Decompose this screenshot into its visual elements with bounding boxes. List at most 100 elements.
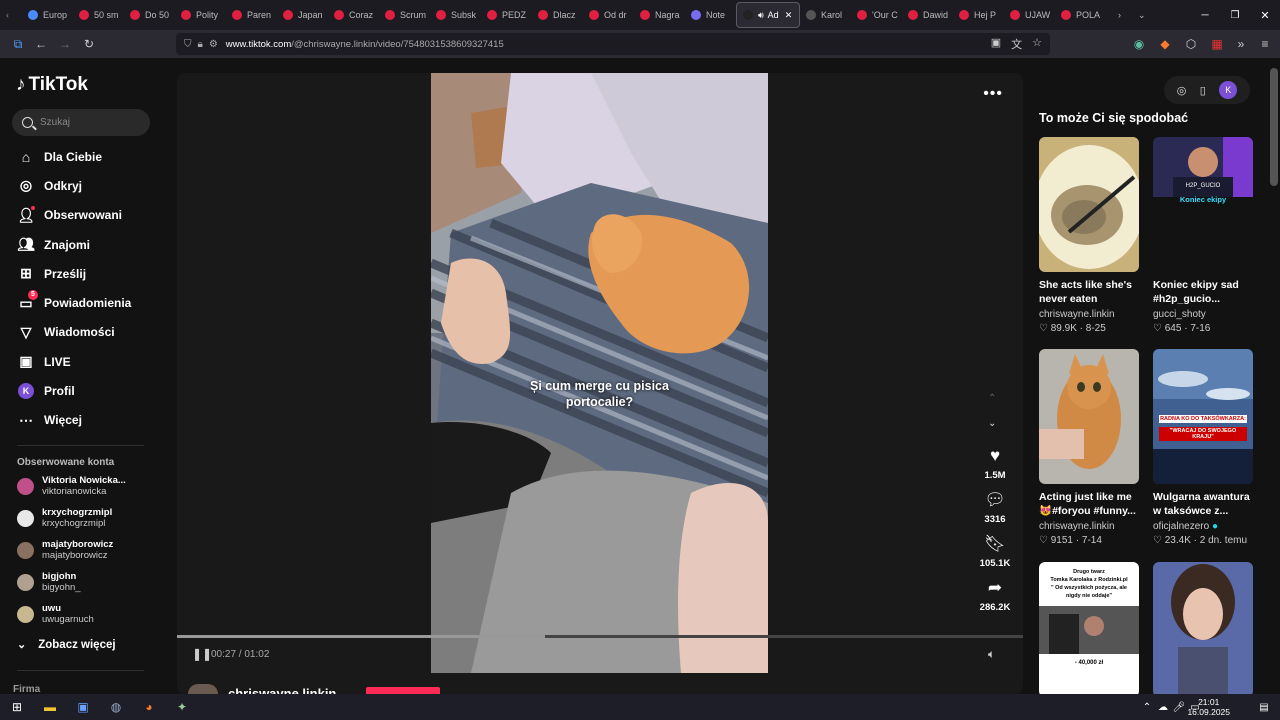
reload-icon[interactable]: ↻	[81, 36, 97, 52]
lock-icon[interactable]: 🔒︎	[198, 39, 203, 50]
sidebar-item-wiadomo-ci[interactable]: ▽ Wiadomości	[0, 318, 160, 347]
tab-scroll-left[interactable]: ‹	[0, 2, 22, 28]
browser-tab[interactable]: Karol	[800, 2, 851, 28]
browser-tab[interactable]: POLA	[1055, 2, 1106, 28]
browser-tab[interactable]: Paren	[226, 2, 277, 28]
browser-tab[interactable]: Polity	[175, 2, 226, 28]
next-video-icon[interactable]: ⌄	[988, 418, 996, 429]
browser-tab[interactable]: 50 sm	[73, 2, 124, 28]
browser-tab[interactable]: Coraz	[328, 2, 379, 28]
author-name[interactable]: chriswayne.linkin	[228, 686, 336, 694]
sidebar-item-dla-ciebie[interactable]: ⌂ Dla Ciebie	[0, 142, 160, 171]
recommended-video[interactable]	[1153, 562, 1253, 694]
back-icon[interactable]: ←	[33, 36, 49, 52]
explore-icon[interactable]: ◎	[1177, 84, 1187, 97]
recommended-video[interactable]: Acting just like me 😻#foryou #funny... c…	[1039, 349, 1139, 546]
browser-tab[interactable]: 'Our C	[851, 2, 902, 28]
sidebar-toggle-icon[interactable]: ⧉	[10, 36, 26, 52]
browser-tab[interactable]: Note	[685, 2, 736, 28]
followed-account[interactable]: Viktoria Nowicka... viktorianowicka	[17, 471, 157, 501]
app-icon[interactable]: ✦	[173, 698, 191, 716]
like-action[interactable]: ♥ 1.5M	[973, 445, 1017, 481]
sidebar-item-powiadomienia[interactable]: ▭ Powiadomienia 5	[0, 288, 160, 317]
steam-icon[interactable]: ◍	[107, 698, 125, 716]
sidebar-item-obserwowani[interactable]: 👤︎ Obserwowani	[0, 201, 160, 230]
account-text: bigjohn bigyohn_	[42, 571, 81, 593]
save-action[interactable]: 🔖︎ 105.1K	[973, 533, 1017, 569]
minimize-icon[interactable]: ─	[1190, 10, 1220, 21]
sidebar-item-label: Odkryj	[44, 178, 83, 193]
sidebar-item-profil[interactable]: K Profil	[0, 376, 160, 405]
browser-tab[interactable]: Europ	[22, 2, 73, 28]
browser-tab[interactable]: Japan	[277, 2, 328, 28]
tab-scroll-right[interactable]: ›	[1112, 2, 1132, 28]
browser-tab[interactable]: Dlacz	[532, 2, 583, 28]
shield-icon[interactable]: ⛉	[184, 39, 192, 50]
share-action[interactable]: ➦ 286.2K	[973, 577, 1017, 613]
sidebar-item-odkryj[interactable]: ◎ Odkryj	[0, 171, 160, 200]
page-scrollbar[interactable]	[1270, 68, 1278, 186]
notifications-icon[interactable]: ▤	[1255, 698, 1273, 716]
bookmark-star-icon[interactable]: ☆	[1032, 36, 1042, 52]
sidebar-item-live[interactable]: ▣ LIVE	[0, 347, 160, 376]
picture-in-picture-icon[interactable]: ▣	[991, 36, 1001, 52]
permissions-icon[interactable]: ⚙	[209, 39, 218, 50]
file-explorer-icon[interactable]: ▬	[41, 698, 59, 716]
video-progress-bar[interactable]	[177, 635, 1023, 638]
extension-globe-icon[interactable]: ◉	[1131, 36, 1147, 52]
company-link[interactable]: Firma	[13, 684, 40, 694]
sidebar-item-wi-cej[interactable]: ⋯ Więcej	[0, 406, 160, 435]
monitor-app-icon[interactable]: ▣	[74, 698, 92, 716]
followed-account[interactable]: bigjohn bigyohn_	[17, 567, 157, 597]
close-tab-icon[interactable]: ✕	[785, 10, 793, 21]
extensions-icon[interactable]: ⬡	[1183, 36, 1199, 52]
speaker-icon[interactable]: 🔊︎	[758, 10, 764, 21]
extension-fox-icon[interactable]: ◆	[1157, 36, 1173, 52]
author-avatar[interactable]	[188, 684, 218, 694]
video-player[interactable]: Și cum merge cu pisica portocalie?	[431, 73, 768, 673]
followed-account[interactable]: uwu uwugarnuch	[17, 599, 157, 629]
recommended-video[interactable]: Drugo twarz Tomka Karolaka z Rodzinki.pl…	[1039, 562, 1139, 694]
start-icon[interactable]: ⊞	[8, 698, 26, 716]
comment-action[interactable]: 💬︎ 3316	[973, 489, 1017, 525]
hamburger-menu-icon[interactable]: ≡	[1257, 36, 1273, 52]
browser-tab[interactable]: 🔊︎ Ad ✕	[736, 2, 800, 28]
browser-tab[interactable]: Subsk	[430, 2, 481, 28]
video-date: 2 dn. temu	[1199, 535, 1248, 546]
address-bar[interactable]: ⛉ 🔒︎ ⚙ www.tiktok.com/@chriswayne.linkin…	[176, 33, 1050, 55]
recommended-video[interactable]: H2P_GUCIO Koniec ekipy Koniec ekipy sad …	[1153, 137, 1253, 334]
overflow-menu-icon[interactable]: »	[1233, 36, 1249, 52]
sidebar-item-prze-lij[interactable]: ⊞ Prześlij	[0, 259, 160, 288]
extension-badge-icon[interactable]: ▦	[1209, 36, 1225, 52]
browser-tab[interactable]: PEDZ	[481, 2, 532, 28]
recommended-video[interactable]: She acts like she's never eaten before..…	[1039, 137, 1139, 334]
phone-icon[interactable]: ▯	[1200, 84, 1206, 97]
translate-icon[interactable]: 文	[1011, 36, 1022, 52]
search-input[interactable]: Szukaj	[12, 109, 150, 136]
sidebar-item-znajomi[interactable]: 👥︎ Znajomi	[0, 230, 160, 259]
browser-tab[interactable]: UJAW	[1004, 2, 1055, 28]
browser-tab[interactable]: Nagra	[634, 2, 685, 28]
pause-icon[interactable]: ❚❚	[192, 647, 212, 661]
list-all-tabs-button[interactable]: ⌄	[1132, 2, 1160, 28]
restore-icon[interactable]: ❐	[1220, 10, 1250, 21]
see-more-button[interactable]: ⌄ Zobacz więcej	[17, 638, 116, 652]
previous-video-icon[interactable]: ⌃	[988, 393, 996, 404]
followed-account[interactable]: majatyborowicz majatyborowicz	[17, 535, 157, 565]
close-window-icon[interactable]: ✕	[1250, 9, 1280, 22]
browser-tab[interactable]: Od dr	[583, 2, 634, 28]
forward-icon[interactable]: →	[57, 36, 73, 52]
more-options-icon[interactable]: •••	[983, 85, 1003, 103]
browser-tab[interactable]: Scrum	[379, 2, 430, 28]
firefox-icon[interactable]: ◕	[140, 698, 158, 716]
browser-tab[interactable]: Dawid	[902, 2, 953, 28]
recommended-video[interactable]: RADNA KO DO TAKSÓWKARZA: "WRACAJ DO SWOJ…	[1153, 349, 1253, 546]
follow-button[interactable]	[366, 687, 440, 694]
volume-icon[interactable]: 🔈︎	[988, 647, 995, 662]
profile-avatar[interactable]: K	[1219, 81, 1238, 99]
tiktok-logo[interactable]: ♪ TikTok	[16, 74, 88, 96]
followed-account[interactable]: krxychogrzmipl krxychogrzmipl	[17, 503, 157, 533]
system-clock[interactable]: 21:01 16.09.2025	[1187, 697, 1230, 717]
browser-tab[interactable]: Hej P	[953, 2, 1004, 28]
browser-tab[interactable]: Do 50	[124, 2, 175, 28]
